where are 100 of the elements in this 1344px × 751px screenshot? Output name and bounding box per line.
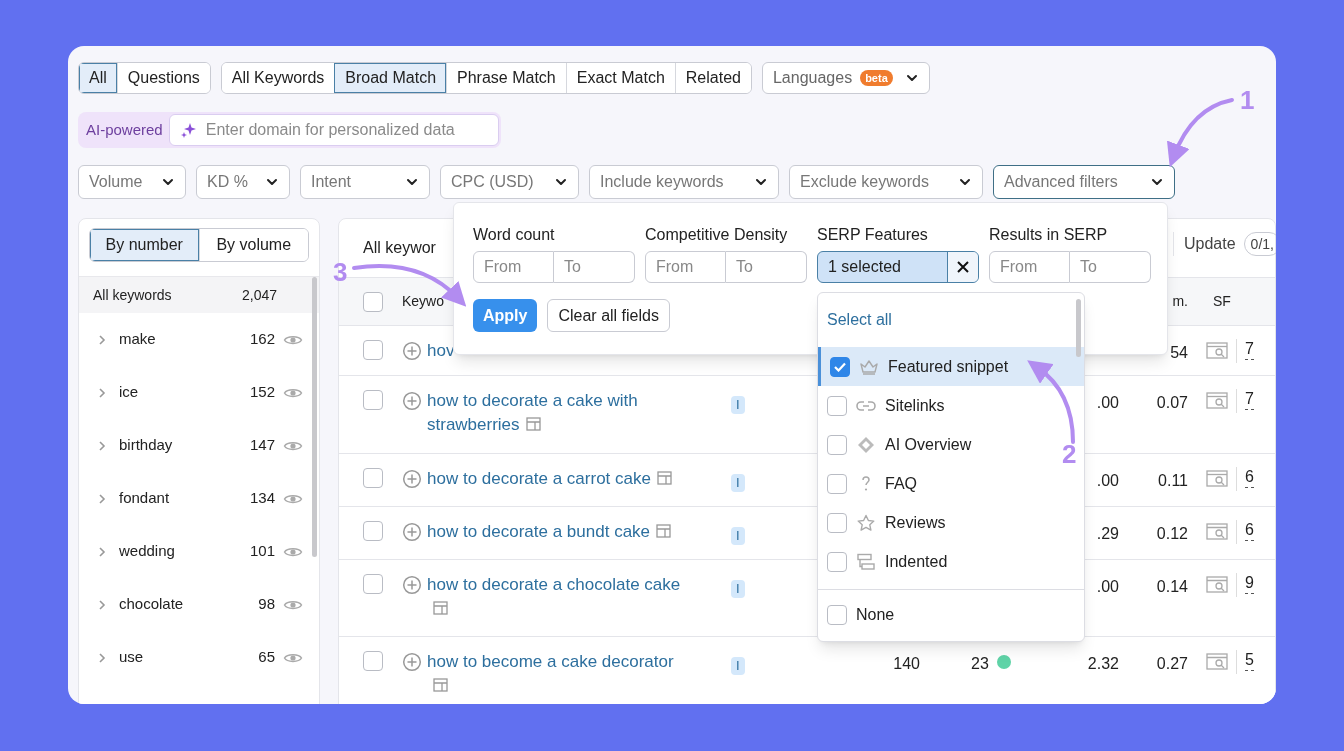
table-cell: .29	[1096, 525, 1119, 542]
domain-input-field[interactable]: Enter domain for personalized data	[168, 114, 499, 146]
to-input-field[interactable]: To	[726, 251, 807, 283]
table-cell: 0.11	[1158, 472, 1188, 489]
table-cell: 2.32	[1087, 655, 1119, 672]
checkbox[interactable]	[830, 356, 850, 377]
add-icon	[402, 652, 422, 672]
sf-count-link[interactable]: 9	[1245, 573, 1254, 594]
checkbox[interactable]	[363, 390, 383, 410]
diamond-icon	[856, 435, 876, 454]
keyword-link[interactable]: how to decorate a chocolate cake	[427, 573, 689, 621]
filter-dropdown[interactable]: Include keywords	[589, 165, 779, 199]
chevron-right-icon	[97, 545, 107, 558]
checkbox[interactable]	[827, 512, 847, 533]
group-label[interactable]: chocolate	[119, 593, 259, 616]
filter-dropdown[interactable]: Intent	[300, 165, 430, 199]
toggle-option[interactable]: By number	[90, 229, 199, 261]
sf-count-link[interactable]: 6	[1245, 467, 1254, 488]
checkbox[interactable]	[363, 291, 383, 312]
filter-dropdown[interactable]: Advanced filters	[993, 165, 1175, 199]
group-label[interactable]: fondant	[119, 487, 250, 510]
filter-dropdown[interactable]: CPC (USD)	[440, 165, 579, 199]
checkbox[interactable]	[827, 604, 847, 625]
from-input-field[interactable]: From	[645, 251, 726, 283]
sf-count-link[interactable]: 7	[1245, 389, 1254, 410]
filter-dropdown[interactable]: Volume	[78, 165, 186, 199]
from-input-field[interactable]: From	[989, 251, 1070, 283]
table-cell: 0.27	[1156, 655, 1188, 672]
keyword-link[interactable]: hov	[427, 339, 455, 363]
sf-count-link[interactable]: 7	[1245, 339, 1254, 360]
tab[interactable]: Related	[674, 63, 751, 93]
select-all-link[interactable]: Select all	[827, 308, 892, 332]
serp-page-icon	[433, 601, 448, 615]
filter-dropdown[interactable]: Exclude keywords	[789, 165, 983, 199]
annotation-number: 1	[1240, 86, 1255, 114]
to-input-field[interactable]: To	[1070, 251, 1151, 283]
table-cell: 140	[893, 655, 920, 672]
tab[interactable]: Questions	[116, 63, 210, 93]
field-label: Word count	[473, 225, 556, 243]
intent-badge: I	[731, 474, 745, 492]
checkbox[interactable]	[363, 574, 383, 594]
group-label: All keywords	[93, 285, 172, 305]
option-label[interactable]: FAQ	[885, 471, 917, 496]
tab[interactable]: All	[79, 63, 117, 93]
group-label[interactable]: ice	[119, 381, 250, 404]
from-input-field[interactable]: From	[473, 251, 554, 283]
sf-count-link[interactable]: 6	[1245, 520, 1254, 541]
sf-count-link[interactable]: 5	[1245, 650, 1254, 671]
checkbox[interactable]	[363, 521, 383, 541]
option-label[interactable]: AI Overview	[885, 432, 972, 457]
option-label[interactable]: Reviews	[885, 510, 946, 535]
option-label[interactable]: Sitelinks	[885, 393, 945, 418]
group-label[interactable]: make	[119, 328, 250, 351]
checkbox[interactable]	[827, 434, 847, 455]
indent-icon	[856, 552, 876, 571]
scrollbar[interactable]	[312, 277, 317, 557]
star-icon	[856, 513, 876, 532]
field-label: SERP Features	[817, 225, 929, 243]
option-label[interactable]: None	[856, 602, 895, 627]
dropdown-label: Languages	[772, 68, 853, 88]
scrollbar[interactable]	[1076, 299, 1081, 357]
chevron-right-icon	[97, 492, 107, 505]
option-label[interactable]: Indented	[885, 549, 948, 574]
checkbox[interactable]	[363, 651, 383, 671]
group-count: 65	[258, 647, 275, 668]
update-button[interactable]: Update	[1184, 232, 1236, 256]
tab[interactable]: Broad Match	[334, 63, 447, 93]
beta-badge: beta	[860, 70, 893, 86]
checkbox[interactable]	[827, 395, 847, 416]
serp-search-icon	[1206, 652, 1228, 672]
column-header[interactable]: m.	[1172, 293, 1188, 309]
annotation-number: 3	[333, 258, 348, 286]
keyword-link[interactable]: how to become a cake decorator	[427, 650, 689, 698]
toggle-option[interactable]: By volume	[198, 229, 308, 261]
group-count: 101	[249, 541, 275, 562]
chevron-right-icon	[97, 651, 107, 664]
table-cell: 0.14	[1156, 578, 1188, 595]
checkbox[interactable]	[363, 468, 383, 488]
group-label[interactable]: use	[119, 646, 259, 669]
serp-search-icon	[1206, 391, 1228, 411]
group-count: 162	[249, 329, 275, 350]
keyword-link[interactable]: how to decorate a cake with strawberries	[427, 389, 689, 437]
checkbox[interactable]	[363, 340, 383, 360]
group-label[interactable]: wedding	[119, 540, 250, 563]
languages-dropdown[interactable]: Languages beta	[761, 62, 930, 94]
keyword-link[interactable]: how to decorate a bundt cake	[427, 520, 672, 544]
option-label[interactable]: Featured snippet	[888, 354, 1009, 379]
chevron-right-icon	[97, 439, 107, 452]
checkbox[interactable]	[827, 551, 847, 572]
clear-all-fields-button[interactable]: Clear all fields	[547, 299, 670, 332]
serp-page-icon	[433, 678, 448, 692]
group-label[interactable]: birthday	[119, 434, 250, 457]
to-input-field[interactable]: To	[554, 251, 635, 283]
column-header[interactable]: SF	[1213, 293, 1231, 309]
keyword-link[interactable]: how to decorate a carrot cake	[427, 467, 672, 491]
field-label: Results in SERP	[989, 225, 1109, 243]
column-header[interactable]: Keywo	[402, 293, 445, 309]
checkbox[interactable]	[827, 473, 847, 494]
filter-dropdown[interactable]: KD %	[196, 165, 290, 199]
serp-page-icon	[656, 471, 672, 485]
